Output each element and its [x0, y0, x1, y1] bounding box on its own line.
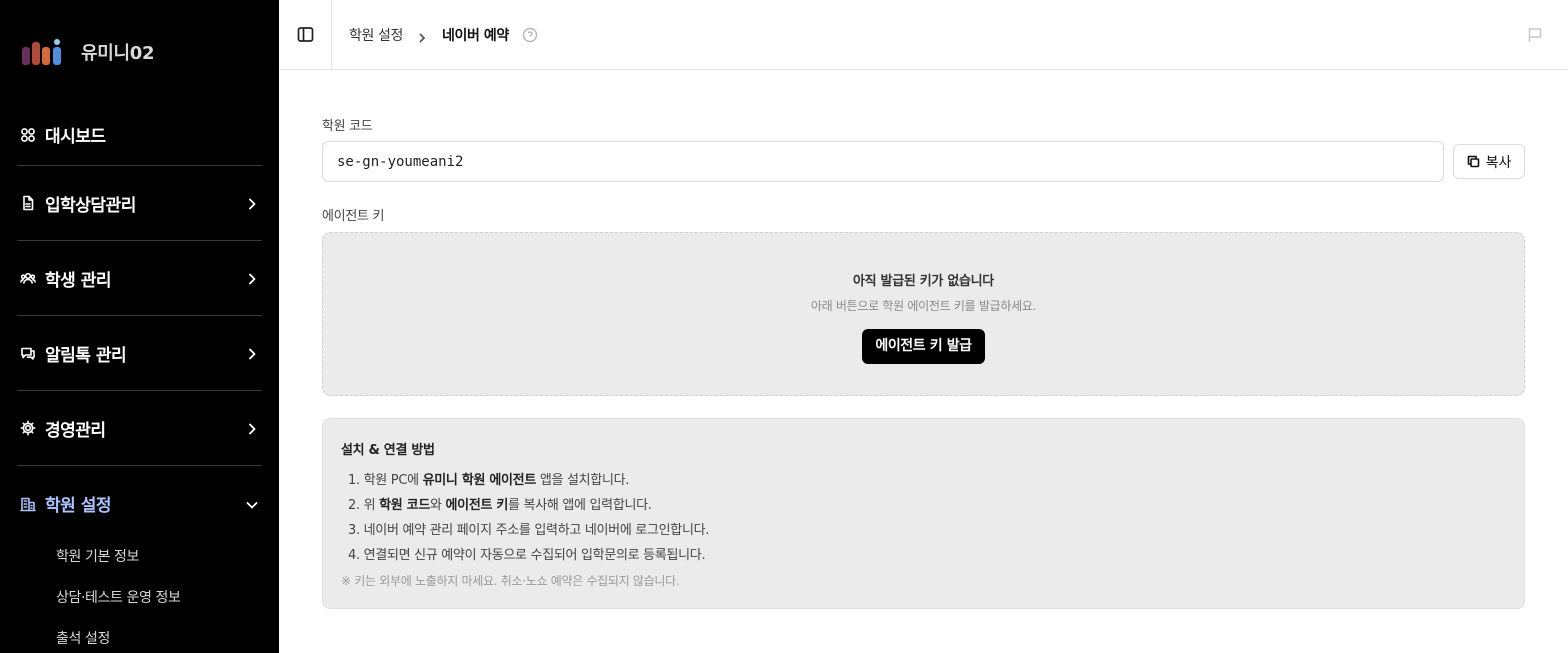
guide-step: 1. 학원 PC에 유미니 학원 에이전트 앱을 설치합니다. — [348, 471, 1506, 496]
step-text: 앱을 설치합니다. — [536, 473, 630, 488]
academy-code-row: 복사 — [322, 141, 1525, 182]
sidebar-subitem-consult-test[interactable]: 상담·테스트 운영 정보 — [56, 576, 262, 617]
gear-icon — [19, 420, 36, 437]
copy-button-label: 복사 — [1485, 154, 1512, 171]
empty-state-title: 아직 발급된 키가 없습니다 — [853, 274, 994, 289]
step-emphasis: 학원 코드 — [379, 498, 431, 513]
chevron-down-icon — [245, 497, 259, 511]
chevron-right-icon — [245, 346, 259, 360]
sidebar-item-management[interactable]: 경영관리 — [17, 391, 262, 466]
step-text: 1. 학원 PC에 — [348, 473, 423, 488]
copy-button[interactable]: 복사 — [1453, 144, 1525, 179]
sidebar-item-label: 알림톡 관리 — [45, 345, 127, 366]
agent-key-label: 에이전트 키 — [322, 209, 385, 224]
building-icon — [19, 495, 36, 512]
chat-icon — [19, 345, 36, 362]
breadcrumb-item[interactable]: 학원 설정 — [349, 25, 403, 45]
chevron-right-icon — [245, 421, 259, 435]
breadcrumb-current: 네이버 예약 — [441, 27, 509, 44]
step-text: 와 — [430, 498, 446, 513]
sidebar-submenu: 학원 기본 정보 상담·테스트 운영 정보 출석 설정 — [17, 535, 262, 653]
sidebar-item-label: 대시보드 — [45, 127, 106, 147]
sidebar: 유미니02 대시보드 입학상담관리 학생 관리 알림톡 관리 경영관리 학원 설… — [0, 0, 279, 653]
guide-steps: 1. 학원 PC에 유미니 학원 에이전트 앱을 설치합니다. 2. 위 학원 … — [341, 471, 1506, 571]
step-emphasis: 유미니 학원 에이전트 — [422, 473, 537, 488]
guide-note: ※ 키는 외부에 노출하지 마세요. 취소·노쇼 예약은 수집되지 않습니다. — [341, 574, 680, 588]
guide-step: 4. 연결되면 신규 예약이 자동으로 수집되어 입학문의로 등록됩니다. — [348, 548, 706, 563]
chevron-right-icon — [416, 29, 428, 43]
empty-state-subtitle: 아래 버튼으로 학원 에이전트 키를 발급하세요. — [810, 299, 1037, 313]
guide-step: 2. 위 학원 코드와 에이전트 키를 복사해 앱에 입력합니다. — [348, 496, 1506, 521]
sidebar-nav: 대시보드 입학상담관리 학생 관리 알림톡 관리 경영관리 학원 설정 학원 기… — [0, 104, 279, 653]
app-root: 유미니02 대시보드 입학상담관리 학생 관리 알림톡 관리 경영관리 학원 설… — [0, 0, 1568, 653]
guide-title: 설치 & 연결 방법 — [341, 443, 435, 458]
sidebar-item-dashboard[interactable]: 대시보드 — [17, 104, 262, 166]
academy-code-input[interactable] — [322, 141, 1444, 182]
sidebar-item-label: 학생 관리 — [45, 270, 111, 291]
chevron-right-icon — [245, 271, 259, 285]
grid-icon — [19, 126, 36, 143]
sidebar-item-students[interactable]: 학생 관리 — [17, 241, 262, 316]
brand[interactable]: 유미니02 — [0, 0, 279, 104]
step-text: 2. 위 — [348, 498, 380, 513]
sidebar-item-alimtalk[interactable]: 알림톡 관리 — [17, 316, 262, 391]
sidebar-item-label: 학원 설정 — [45, 496, 111, 516]
sidebar-item-academy-settings[interactable]: 학원 설정 — [17, 466, 262, 541]
copy-icon — [1467, 155, 1479, 168]
sidebar-item-label: 경영관리 — [45, 420, 106, 441]
top-bar: 학원 설정 네이버 예약 — [279, 0, 1568, 70]
breadcrumb: 학원 설정 네이버 예약 — [332, 25, 538, 45]
brand-logo — [22, 39, 61, 65]
chevron-right-icon — [245, 196, 259, 210]
brand-name: 유미니02 — [81, 43, 155, 64]
sidebar-item-label: 입학상담관리 — [45, 195, 136, 216]
help-icon[interactable] — [522, 27, 538, 43]
flag-icon[interactable] — [1526, 26, 1544, 44]
sidebar-subitem-attendance[interactable]: 출석 설정 — [56, 617, 262, 653]
main-area: 학원 설정 네이버 예약 학원 코드 복사 에이전트 키 — [279, 0, 1568, 653]
users-icon — [19, 270, 36, 287]
issue-agent-key-button[interactable]: 에이전트 키 발급 — [862, 329, 985, 364]
guide-step: 3. 네이버 예약 관리 페이지 주소를 입력하고 네이버에 로그인합니다. — [348, 523, 710, 538]
step-text: 를 복사해 앱에 입력합니다. — [508, 498, 652, 513]
academy-code-label: 학원 코드 — [322, 119, 373, 134]
document-icon — [19, 195, 36, 212]
install-guide: 설치 & 연결 방법 1. 학원 PC에 유미니 학원 에이전트 앱을 설치합니… — [322, 418, 1525, 609]
sidebar-subitem-academy-info[interactable]: 학원 기본 정보 — [56, 535, 262, 576]
sidebar-toggle-icon — [297, 27, 313, 42]
step-emphasis: 에이전트 키 — [445, 498, 509, 513]
agent-key-empty-state: 아직 발급된 키가 없습니다 아래 버튼으로 학원 에이전트 키를 발급하세요.… — [322, 232, 1525, 396]
sidebar-toggle-button[interactable] — [279, 0, 332, 69]
sidebar-item-admission[interactable]: 입학상담관리 — [17, 166, 262, 241]
